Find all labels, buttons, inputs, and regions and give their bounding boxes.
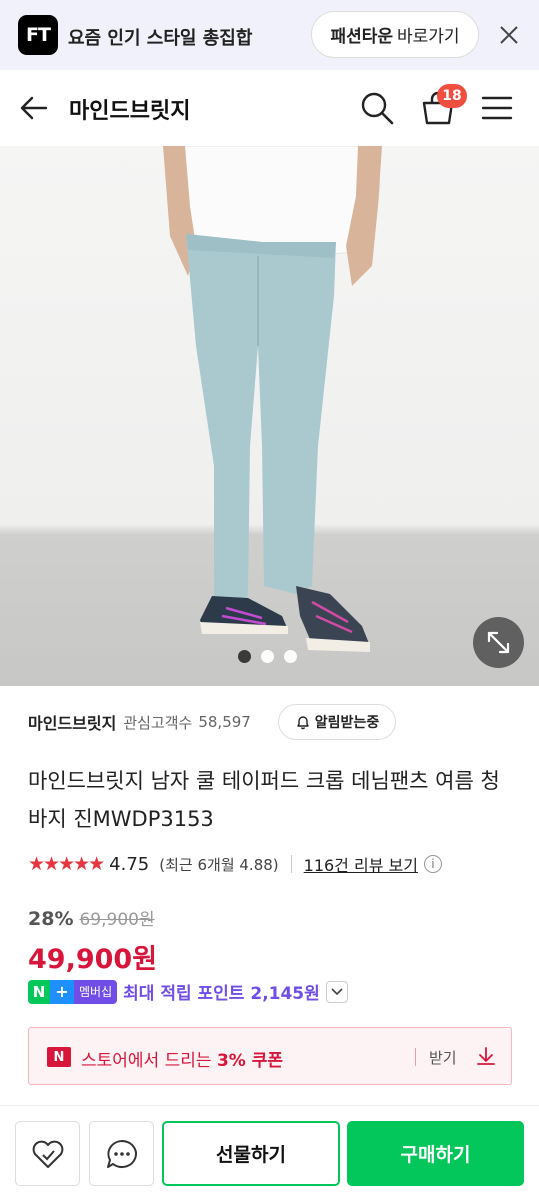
chevron-down-icon[interactable] <box>325 980 348 1003</box>
pagination-dot-3[interactable] <box>284 650 297 663</box>
review-link[interactable]: 116건 리뷰 보기 <box>304 852 418 876</box>
coupon-text: 스토어에서 드리는 3% 쿠폰 <box>81 1046 283 1071</box>
discount-rate: 28% <box>28 908 74 930</box>
cart-count-badge: 18 <box>437 84 467 108</box>
expand-image-icon[interactable] <box>473 617 524 668</box>
page-title[interactable]: 마인드브릿지 <box>69 93 190 125</box>
recent-rating: (최근 6개월 4.88) <box>159 855 279 874</box>
promo-banner: FT 요즘 인기 스타일 총집합 패션타운 바로가기 <box>0 0 539 70</box>
bell-icon <box>297 716 309 730</box>
naver-n-badge: N <box>28 979 50 1004</box>
naver-store-icon: N <box>47 1047 71 1067</box>
chat-button[interactable] <box>89 1121 154 1186</box>
follower-label: 관심고객수 <box>123 713 193 732</box>
close-icon[interactable] <box>496 22 522 48</box>
discount-row: 28% 69,900원 <box>28 905 155 930</box>
follower-count: 58,597 <box>198 713 251 731</box>
alarm-label: 알림받는중 <box>314 715 380 731</box>
fashiontown-logo: FT <box>18 15 58 55</box>
pagination-dot-1[interactable] <box>238 650 251 663</box>
coupon-text-prefix: 스토어에서 드리는 <box>81 1051 217 1071</box>
app-header: 마인드브릿지 <box>0 70 539 146</box>
coupon-text-bold: 3% 쿠폰 <box>216 1051 283 1071</box>
max-points-text: 최대 적립 포인트 2,145원 <box>123 984 320 1004</box>
store-info: 마인드브릿지 관심고객수 58,597 <box>28 710 251 734</box>
coupon-get-label[interactable]: 받기 <box>429 1047 457 1068</box>
menu-icon[interactable] <box>480 92 514 124</box>
search-icon[interactable] <box>358 89 396 127</box>
promo-text: 요즘 인기 스타일 총집합 <box>68 28 253 49</box>
fashiontown-shortcut-button[interactable]: 패션타운 바로가기 <box>311 11 479 58</box>
sale-price: 49,900원 <box>28 944 158 975</box>
product-image[interactable] <box>0 146 539 686</box>
chat-bubble-icon <box>106 1139 137 1168</box>
rating-stars: ★★★★★ <box>28 853 105 875</box>
info-icon[interactable]: i <box>423 855 442 873</box>
pagination-dot-2[interactable] <box>261 650 274 663</box>
promo-button-rest: 바로가기 <box>397 27 460 47</box>
membership-badge: 멤버십 <box>74 979 118 1004</box>
membership-points-row[interactable]: N + 멤버십 최대 적립 포인트 2,145원 <box>28 979 348 1004</box>
original-price: 69,900원 <box>79 910 155 930</box>
promo-button-bold: 패션타운 <box>330 27 393 47</box>
image-pagination <box>238 650 297 663</box>
buy-button[interactable]: 구매하기 <box>347 1121 524 1186</box>
wishlist-button[interactable] <box>15 1121 80 1186</box>
bottom-action-bar: 선물하기 구매하기 <box>0 1105 539 1200</box>
gift-button[interactable]: 선물하기 <box>162 1121 340 1186</box>
heart-icon <box>32 1140 63 1168</box>
naver-plus-membership-badge: N + 멤버십 <box>28 979 118 1004</box>
product-title: 마인드브릿지 남자 쿨 테이퍼드 크롭 데님팬츠 여름 청바지 진MWDP315… <box>28 769 500 831</box>
notification-toggle-button[interactable]: 알림받는중 <box>278 704 396 740</box>
divider <box>415 1048 416 1066</box>
back-arrow-icon[interactable] <box>18 92 50 124</box>
coupon-banner[interactable]: N 스토어에서 드리는 3% 쿠폰 받기 <box>28 1027 512 1085</box>
divider <box>290 855 292 873</box>
download-icon[interactable] <box>475 1045 497 1067</box>
rating-score: 4.75 <box>109 853 150 875</box>
rating-row: ★★★★★ 4.75 (최근 6개월 4.88) 116건 리뷰 보기 i <box>28 852 442 876</box>
product-photo-illustration <box>163 146 382 652</box>
store-name[interactable]: 마인드브릿지 <box>28 710 116 734</box>
plus-badge: + <box>50 979 74 1004</box>
